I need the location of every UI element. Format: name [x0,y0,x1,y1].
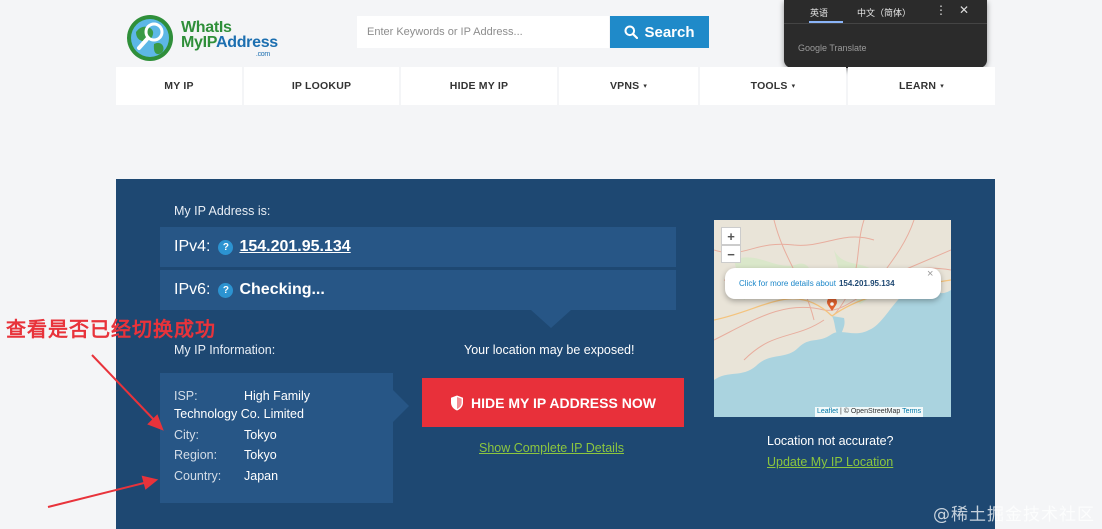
annotation-arrow-isp [91,354,158,424]
annotation-arrow-country [47,481,149,508]
annotation-arrows [47,354,164,508]
watermark: @稀土掘金技术社区 [933,505,1095,525]
annotation-arrowhead-country [141,475,159,490]
